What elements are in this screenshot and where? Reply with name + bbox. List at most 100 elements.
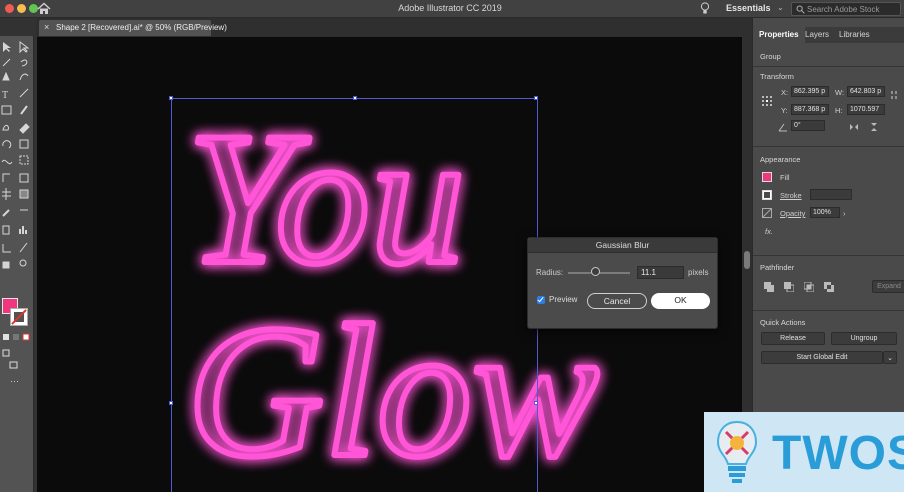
- divider: [753, 146, 904, 147]
- y-field[interactable]: 887.368 p: [791, 104, 829, 115]
- color-mode-controls: ···: [2, 333, 30, 386]
- flip-vertical-icon[interactable]: [869, 122, 879, 132]
- rectangle-tool-icon: [1, 105, 12, 115]
- x-field[interactable]: 862.395 p: [791, 86, 829, 97]
- lightbulb-icon[interactable]: [700, 2, 710, 15]
- handle-top-left[interactable]: [169, 96, 173, 100]
- edit-toolbar-icon[interactable]: ···: [10, 376, 19, 386]
- quick-actions-heading: Quick Actions: [760, 318, 806, 327]
- color-mode-icon[interactable]: [3, 334, 9, 340]
- fill-label: Fill: [780, 173, 790, 182]
- handle-top-right[interactable]: [534, 96, 538, 100]
- dialog-title: Gaussian Blur: [528, 238, 717, 253]
- release-button[interactable]: Release: [761, 332, 825, 345]
- perspective-grid-tool-icon: [19, 173, 29, 183]
- chevron-down-icon[interactable]: ⌄: [777, 3, 784, 12]
- preview-checkbox[interactable]: [537, 296, 545, 304]
- tab-libraries[interactable]: Libraries: [839, 30, 870, 39]
- illustrator-window: Adobe Illustrator CC 2019 Essentials ⌄ ×…: [0, 0, 904, 492]
- stock-search-input[interactable]: [807, 4, 899, 14]
- lightbulb-logo-icon: [716, 420, 758, 483]
- radius-unit: pixels: [688, 268, 709, 277]
- lasso-tool-icon: [20, 59, 28, 67]
- none-mode-icon[interactable]: [22, 333, 30, 341]
- handle-left[interactable]: [169, 401, 173, 405]
- shape-builder-tool-icon: [2, 173, 10, 182]
- scrollbar-thumb[interactable]: [744, 251, 750, 269]
- mesh-tool-icon: [2, 188, 11, 200]
- appearance-stroke-swatch[interactable]: [762, 190, 772, 200]
- minimize-window-button[interactable]: [17, 4, 26, 13]
- stock-search[interactable]: [791, 2, 901, 16]
- handle-right[interactable]: [534, 401, 538, 405]
- close-window-button[interactable]: [5, 4, 14, 13]
- appearance-fill-swatch[interactable]: [762, 172, 772, 182]
- rotate-tool-icon: [2, 140, 12, 149]
- selection-tool-icon: [3, 42, 11, 52]
- tools-panel: T ···: [0, 36, 34, 492]
- paintbrush-tool-icon: [20, 105, 28, 115]
- gradient-mode-icon[interactable]: [13, 334, 19, 340]
- transform-heading: Transform: [760, 72, 794, 81]
- x-label: X:: [781, 88, 789, 97]
- h-field[interactable]: 1070.597: [847, 104, 885, 115]
- close-tab-icon[interactable]: ×: [44, 22, 49, 32]
- reference-point-icon[interactable]: [761, 95, 773, 107]
- direct-selection-tool-icon: [19, 41, 30, 54]
- twos-watermark: TWOS: [704, 412, 904, 492]
- minus-front-icon[interactable]: [784, 282, 794, 292]
- radius-slider-knob[interactable]: [591, 267, 601, 276]
- draw-mode-icon[interactable]: [2, 349, 10, 357]
- eraser-tool-icon: [19, 123, 30, 134]
- link-icon[interactable]: [889, 90, 899, 100]
- exclude-icon[interactable]: [824, 282, 834, 292]
- ungroup-button[interactable]: Ungroup: [831, 332, 897, 345]
- stroke-swatch[interactable]: [10, 308, 28, 326]
- tab-properties[interactable]: Properties: [753, 27, 805, 43]
- divider: [753, 310, 904, 311]
- zoom-tool-icon: [19, 259, 27, 267]
- chevron-down-icon[interactable]: ⌄: [883, 351, 897, 364]
- flip-horizontal-icon[interactable]: [849, 122, 859, 132]
- gradient-tool-icon: [19, 189, 29, 199]
- opacity-field[interactable]: 100%: [810, 207, 840, 218]
- document-tab[interactable]: × Shape 2 [Recovered].ai* @ 50% (RGB/Pre…: [39, 20, 227, 36]
- selection-type: Group: [760, 52, 781, 61]
- workspace-switcher[interactable]: Essentials: [726, 3, 771, 13]
- radius-input[interactable]: [637, 266, 684, 279]
- radius-label: Radius:: [536, 268, 564, 277]
- slice-tool-icon: [19, 242, 28, 253]
- tab-layers[interactable]: Layers: [805, 30, 829, 39]
- column-graph-tool-icon: [19, 226, 27, 234]
- selection-bounding-box[interactable]: [169, 96, 538, 492]
- hand-tool-icon: [2, 261, 10, 269]
- watermark-text: TWOS: [772, 427, 904, 480]
- screen-mode-icon[interactable]: [9, 361, 18, 369]
- home-icon[interactable]: [37, 2, 51, 15]
- handle-top[interactable]: [353, 96, 357, 100]
- opacity-icon: [762, 208, 772, 218]
- start-global-edit-button[interactable]: Start Global Edit: [761, 351, 883, 364]
- unite-icon[interactable]: [764, 282, 774, 292]
- fx-button[interactable]: fx.: [765, 227, 773, 236]
- ok-button[interactable]: OK: [651, 293, 710, 309]
- chevron-right-icon[interactable]: ›: [843, 209, 846, 218]
- cancel-button[interactable]: Cancel: [587, 293, 647, 309]
- artboard-tool-icon: [2, 244, 11, 253]
- free-transform-tool-icon: [19, 155, 29, 165]
- intersect-icon[interactable]: [804, 282, 814, 292]
- symbol-sprayer-tool-icon: [2, 225, 10, 235]
- gaussian-blur-dialog: Gaussian Blur Radius: pixels Preview Can…: [527, 237, 718, 329]
- stroke-label[interactable]: Stroke: [780, 191, 802, 200]
- angle-field[interactable]: 0°: [791, 120, 825, 131]
- appearance-heading: Appearance: [760, 155, 801, 164]
- w-field[interactable]: 642.803 p: [847, 86, 885, 97]
- stroke-weight-field[interactable]: [810, 189, 852, 200]
- title-bar: Adobe Illustrator CC 2019 Essentials ⌄: [0, 0, 904, 18]
- expand-button[interactable]: Expand: [872, 280, 904, 293]
- scale-tool-icon: [19, 139, 29, 149]
- line-tool-icon: [19, 88, 29, 98]
- opacity-label[interactable]: Opacity: [780, 209, 805, 218]
- w-label: W:: [835, 88, 845, 97]
- eyedropper-tool-icon: [2, 209, 10, 217]
